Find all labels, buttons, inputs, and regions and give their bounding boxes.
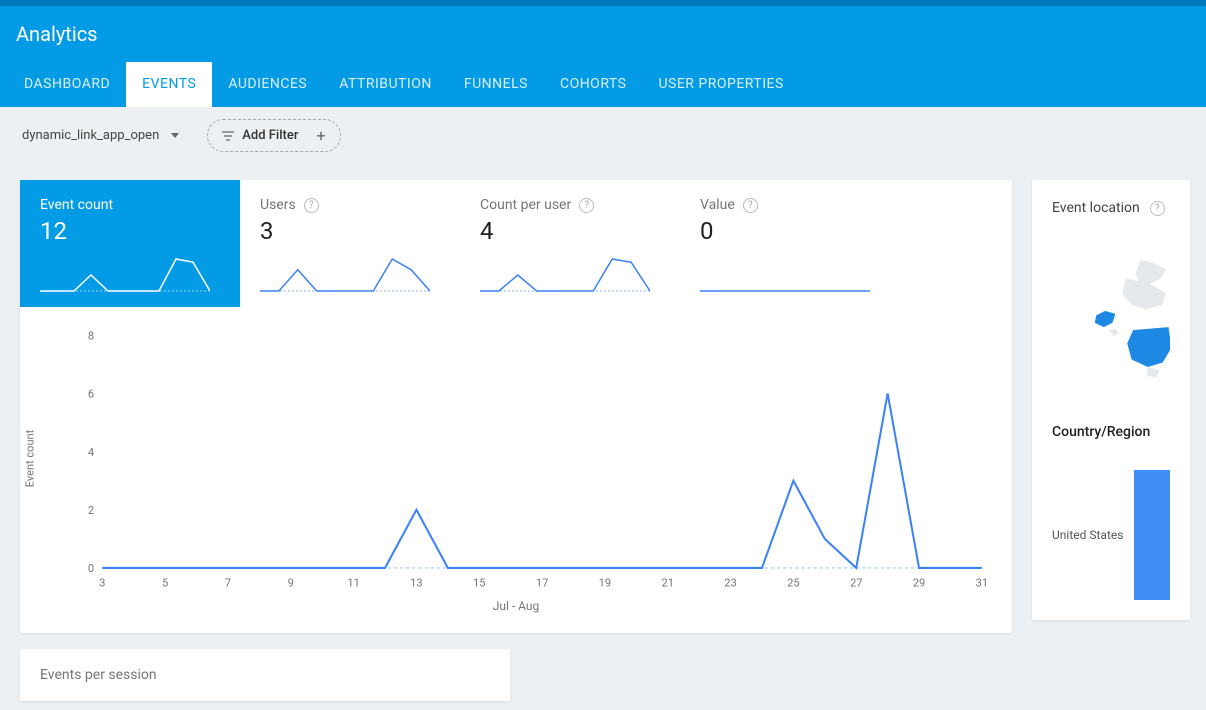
svg-text:23: 23 — [724, 576, 737, 589]
event-location-label: Event location — [1052, 200, 1140, 216]
add-filter-button[interactable]: Add Filter + — [207, 119, 340, 152]
location-map — [1052, 234, 1170, 404]
svg-text:27: 27 — [850, 576, 863, 589]
metric-label: Count per user? — [480, 197, 660, 213]
help-icon[interactable]: ? — [743, 198, 758, 213]
svg-text:15: 15 — [473, 576, 486, 589]
country-bar — [1134, 470, 1170, 600]
metric-value: 4 — [480, 217, 660, 245]
add-filter-label: Add Filter — [242, 128, 298, 143]
filter-icon — [222, 131, 234, 141]
country-label: United States — [1052, 528, 1134, 542]
country-region-header: Country/Region — [1052, 424, 1170, 440]
page-title: Analytics — [0, 6, 1206, 62]
svg-text:3: 3 — [99, 576, 105, 589]
svg-text:11: 11 — [347, 576, 360, 589]
tab-bar: DASHBOARDEVENTSAUDIENCESATTRIBUTIONFUNNE… — [0, 62, 1206, 107]
event-location-card: Event location ? Country/Region United S… — [1032, 180, 1190, 620]
svg-text:19: 19 — [599, 576, 612, 589]
events-per-session-card: Events per session — [20, 649, 510, 701]
filter-bar: dynamic_link_app_open Add Filter + — [0, 107, 1206, 164]
plus-icon: + — [316, 126, 325, 145]
svg-text:25: 25 — [787, 576, 800, 589]
svg-text:31: 31 — [976, 576, 989, 589]
tab-attribution[interactable]: ATTRIBUTION — [323, 62, 448, 107]
main-column: Event count 12 Users? 3 Count per user? 4 Valu… — [20, 180, 1012, 701]
sparkline — [480, 255, 650, 293]
tab-funnels[interactable]: FUNNELS — [448, 62, 544, 107]
content: Event count 12 Users? 3 Count per user? 4 Valu… — [0, 164, 1206, 701]
chart-x-axis-label: Jul - Aug — [20, 599, 1012, 613]
header: Analytics DASHBOARDEVENTSAUDIENCESATTRIB… — [0, 6, 1206, 107]
svg-text:8: 8 — [88, 329, 94, 342]
side-column: Event location ? Country/Region United S… — [1032, 180, 1190, 701]
tab-audiences[interactable]: AUDIENCES — [212, 62, 323, 107]
metrics-chart-card: Event count 12 Users? 3 Count per user? 4 Valu… — [20, 180, 1012, 633]
sparkline — [700, 255, 870, 293]
svg-text:2: 2 — [88, 504, 94, 517]
metric-tile-event-count[interactable]: Event count 12 — [20, 180, 240, 307]
map-region — [1110, 329, 1119, 336]
tab-events[interactable]: EVENTS — [126, 62, 212, 107]
sparkline — [260, 255, 430, 293]
map-alaska — [1095, 311, 1116, 327]
metric-label: Users? — [260, 197, 440, 213]
sparkline — [40, 255, 210, 293]
metric-label: Value? — [700, 197, 880, 213]
svg-text:29: 29 — [913, 576, 926, 589]
map-region — [1122, 278, 1166, 309]
main-chart: Event count 0 2 4 6 8 3 5 7 9 11 13 15 17 19 21 23 25 27 2… — [20, 307, 1012, 597]
metric-label: Event count — [40, 197, 220, 213]
map-region — [1146, 367, 1159, 377]
svg-text:7: 7 — [225, 576, 231, 589]
metric-tile-count-per-user[interactable]: Count per user? 4 — [460, 180, 680, 307]
svg-text:21: 21 — [661, 576, 674, 589]
event-dropdown[interactable]: dynamic_link_app_open — [14, 124, 187, 147]
events-per-session-title: Events per session — [40, 667, 490, 683]
map-us — [1127, 327, 1170, 367]
metric-tile-users[interactable]: Users? 3 — [240, 180, 460, 307]
metric-tile-value[interactable]: Value? 0 — [680, 180, 900, 307]
metric-value: 0 — [700, 217, 880, 245]
help-icon[interactable]: ? — [304, 198, 319, 213]
tab-dashboard[interactable]: DASHBOARD — [8, 62, 126, 107]
svg-text:4: 4 — [88, 446, 95, 459]
svg-text:13: 13 — [410, 576, 423, 589]
tab-cohorts[interactable]: COHORTS — [544, 62, 643, 107]
metric-tiles: Event count 12 Users? 3 Count per user? 4 Valu… — [20, 180, 1012, 307]
metric-value: 3 — [260, 217, 440, 245]
help-icon[interactable]: ? — [579, 198, 594, 213]
metric-value: 12 — [40, 217, 220, 245]
svg-text:17: 17 — [536, 576, 549, 589]
event-dropdown-label: dynamic_link_app_open — [22, 128, 159, 143]
country-bar-row: United States — [1052, 470, 1170, 600]
event-location-title: Event location ? — [1052, 200, 1170, 216]
svg-text:6: 6 — [88, 387, 94, 400]
svg-text:5: 5 — [162, 576, 168, 589]
chart-y-axis-label: Event count — [24, 430, 37, 487]
tab-user-properties[interactable]: USER PROPERTIES — [642, 62, 799, 107]
chevron-down-icon — [171, 133, 179, 138]
help-icon[interactable]: ? — [1150, 201, 1165, 216]
svg-text:9: 9 — [288, 576, 294, 589]
svg-text:0: 0 — [88, 562, 94, 575]
